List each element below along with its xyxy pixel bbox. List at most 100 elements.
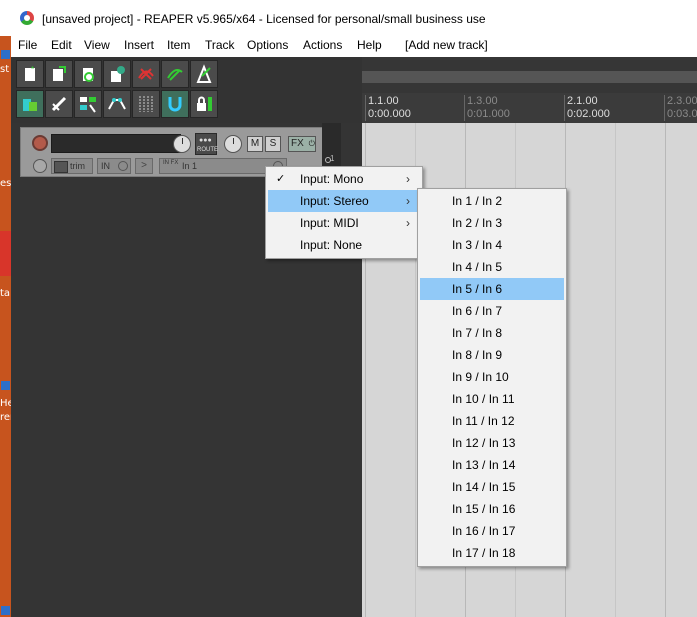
menu-item-label: Input: Stereo <box>300 194 369 208</box>
track-name-field[interactable] <box>51 134 181 153</box>
mute-button[interactable]: M <box>247 136 263 152</box>
open-project-button[interactable] <box>45 60 73 88</box>
lock-icon <box>197 96 212 111</box>
input-menu-item[interactable]: Input: None <box>268 234 420 256</box>
open-file-icon <box>53 66 66 81</box>
desktop-shortcut-icon[interactable] <box>1 381 10 390</box>
volume-knob[interactable] <box>173 135 191 153</box>
stereo-input-option[interactable]: In 6 / In 7 <box>420 300 564 322</box>
grid-toggle-button[interactable] <box>132 90 160 118</box>
stereo-input-option[interactable]: In 13 / In 14 <box>420 454 564 476</box>
stereo-input-submenu: In 1 / In 2 In 2 / In 3 In 3 / In 4 In 4 / … <box>417 188 567 567</box>
new-project-button[interactable]: * <box>16 60 44 88</box>
menu-help[interactable]: Help <box>357 38 382 52</box>
title-bar[interactable]: [unsaved project] - REAPER v5.965/x64 - … <box>11 0 697 36</box>
input-menu-item[interactable]: Input: Stereo › <box>268 190 420 212</box>
stereo-input-option[interactable]: In 14 / In 15 <box>420 476 564 498</box>
route-button[interactable]: ●●● ROUTE <box>195 133 218 155</box>
item-grouping-button[interactable] <box>74 90 102 118</box>
record-mode-button[interactable]: > <box>135 158 153 174</box>
stereo-input-option[interactable]: In 4 / In 5 <box>420 256 564 278</box>
auto-crossfade-button[interactable] <box>16 90 44 118</box>
checkmark-icon: ✓ <box>276 173 286 185</box>
menu-actions[interactable]: Actions <box>303 38 342 52</box>
timeline-header <box>362 57 697 83</box>
menu-item-label: In 1 / In 2 <box>452 194 503 208</box>
reaper-window: [unsaved project] - REAPER v5.965/x64 - … <box>11 0 697 617</box>
stereo-input-option[interactable]: In 8 / In 9 <box>420 344 564 366</box>
route-label: ROUTE <box>197 147 218 153</box>
stereo-input-option[interactable]: In 15 / In 16 <box>420 498 564 520</box>
record-input-value: In 1 <box>182 161 198 171</box>
menu-options[interactable]: Options <box>247 38 288 52</box>
fx-label: FX <box>291 138 304 149</box>
stereo-input-option[interactable]: In 5 / In 6 <box>420 278 564 300</box>
svg-text:*: * <box>31 65 34 74</box>
grouping-icon <box>80 97 96 113</box>
trim-label: trim <box>70 161 85 171</box>
stereo-input-option[interactable]: In 9 / In 10 <box>420 366 564 388</box>
ruler-time-label: 0:02.000 <box>567 108 610 120</box>
lock-toggle-button[interactable] <box>190 90 218 118</box>
route-icon: ●●● <box>199 137 212 144</box>
envelope-icon <box>108 98 126 110</box>
metronome-button[interactable] <box>190 60 218 88</box>
stereo-input-option[interactable]: In 7 / In 8 <box>420 322 564 344</box>
menu-insert[interactable]: Insert <box>124 38 154 52</box>
save-project-button[interactable] <box>74 60 102 88</box>
automation-mode-button[interactable]: trim <box>51 158 93 174</box>
timeline-scroll-bar[interactable] <box>362 71 697 83</box>
pan-knob[interactable] <box>224 135 242 153</box>
reaper-main: * ●●● ROUTE M S FX ⏻ trim IN > IN FX In … <box>11 57 697 617</box>
input-menu-item[interactable]: ✓ Input: Mono › <box>268 168 420 190</box>
menu-item-label: In 3 / In 4 <box>452 238 503 252</box>
phase-invert-icon[interactable] <box>33 159 47 173</box>
record-monitor-button[interactable]: IN <box>97 158 131 174</box>
stereo-input-option[interactable]: In 10 / In 11 <box>420 388 564 410</box>
stereo-input-option[interactable]: In 12 / In 13 <box>420 432 564 454</box>
undo-button[interactable] <box>132 60 160 88</box>
menu-file[interactable]: File <box>18 38 37 52</box>
metronome-icon <box>196 64 212 83</box>
menu-track[interactable]: Track <box>205 38 235 52</box>
desktop-background: st es ta He rer <box>0 36 14 617</box>
stereo-input-option[interactable]: In 17 / In 18 <box>420 542 564 564</box>
ruler-tick <box>464 95 465 121</box>
stereo-input-option[interactable]: In 3 / In 4 <box>420 234 564 256</box>
track-number: 1 <box>330 154 335 163</box>
stereo-input-option[interactable]: In 2 / In 3 <box>420 212 564 234</box>
input-menu-item[interactable]: Input: MIDI › <box>268 212 420 234</box>
fx-button[interactable]: FX ⏻ <box>288 136 316 152</box>
desktop-shortcut-icon[interactable] <box>0 231 11 276</box>
input-fx-label[interactable]: IN FX <box>163 160 178 166</box>
window-title: [unsaved project] - REAPER v5.965/x64 - … <box>42 12 486 26</box>
menu-item-label: Input: None <box>300 238 363 252</box>
timeline-ruler[interactable]: 1.1.00 0:00.000 1.3.00 0:01.000 2.1.00 0:02.0… <box>362 93 697 123</box>
desktop-shortcut-icon[interactable] <box>1 606 10 615</box>
ruler-time-label: 0:03.000 <box>667 108 697 120</box>
stereo-input-option[interactable]: In 11 / In 12 <box>420 410 564 432</box>
grid-line <box>615 123 616 617</box>
reaper-logo-icon <box>20 11 34 25</box>
desktop-label: ta <box>0 288 11 299</box>
desktop-shortcut-icon[interactable] <box>1 50 10 59</box>
ruler-tick <box>365 95 366 121</box>
record-arm-button[interactable] <box>32 135 48 151</box>
menu-add-new-track[interactable]: [Add new track] <box>405 38 488 52</box>
menu-bar: File Edit View Insert Item Track Options… <box>11 36 697 56</box>
solo-button[interactable]: S <box>265 136 281 152</box>
project-settings-button[interactable] <box>103 60 131 88</box>
fx-bypass-icon[interactable]: ⏻ <box>309 139 315 148</box>
ruler-tick <box>564 95 565 121</box>
snap-toggle-button[interactable] <box>161 90 189 118</box>
grid-icon <box>139 96 153 112</box>
ripple-edit-button[interactable] <box>45 90 73 118</box>
stereo-input-option[interactable]: In 16 / In 17 <box>420 520 564 542</box>
menu-item[interactable]: Item <box>167 38 190 52</box>
redo-button[interactable] <box>161 60 189 88</box>
menu-view[interactable]: View <box>84 38 110 52</box>
in-label: IN <box>101 161 110 171</box>
stereo-input-option[interactable]: In 1 / In 2 <box>420 190 564 212</box>
menu-edit[interactable]: Edit <box>51 38 72 52</box>
envelope-points-button[interactable] <box>103 90 131 118</box>
